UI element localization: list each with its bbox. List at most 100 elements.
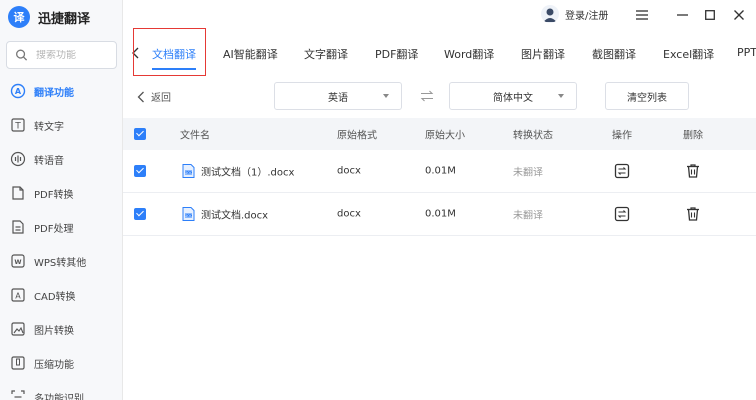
sidebar-item-voice[interactable]: 转语音 [0,142,123,176]
tab-text-translate[interactable]: 文字翻译 [304,46,348,62]
sidebar-item-label: 翻译功能 [34,87,74,99]
search-input[interactable] [36,49,116,61]
file-size: 0.01M [425,208,456,220]
svg-text:T: T [14,122,21,132]
voice-icon [10,151,26,167]
svg-text:A: A [15,87,22,96]
minimize-button[interactable] [673,6,691,24]
file-status: 未翻译 [513,210,543,222]
tab-excel-translate[interactable]: Excel翻译 [663,46,714,62]
account-login[interactable]: 登录/注册 [541,5,608,23]
recognize-icon [11,390,25,400]
row-checkbox[interactable] [134,165,146,177]
sidebar-item-label: PDF处理 [34,223,74,235]
svg-text:DOC: DOC [185,214,193,218]
sidebar-item-translate[interactable]: A 翻译功能 [0,74,123,108]
header-status: 转换状态 [513,130,553,142]
source-language-value: 英语 [328,92,348,104]
cad-icon: A [11,288,25,302]
sidebar-item-label: CAD转换 [34,291,76,303]
tab-image-translate[interactable]: 图片翻译 [521,46,565,62]
pdf-process-icon [12,220,24,234]
toolbar: 返回 英语 简体中文 清空列表 [123,80,756,114]
file-table: 文件名 原始格式 原始大小 转换状态 操作 删除 DOC 测试文档（1）.doc… [123,118,756,236]
menu-icon [636,10,648,20]
sidebar-item-label: WPS转其他 [34,257,87,269]
source-language-select[interactable]: 英语 [274,82,402,110]
back-button[interactable]: 返回 [137,89,171,104]
clear-list-button[interactable]: 清空列表 [605,82,689,110]
tab-ai-translate[interactable]: AI智能翻译 [223,46,278,62]
sidebar-item-label: PDF转换 [34,189,74,201]
word-doc-icon: DOC [182,207,195,221]
close-button[interactable] [730,6,748,24]
pdf-convert-icon [12,186,24,200]
compress-icon [11,356,25,370]
tab-word-translate[interactable]: Word翻译 [444,46,494,62]
file-format: docx [337,165,361,177]
tab-document-translate[interactable]: 文档翻译 [152,46,196,62]
sidebar-item-pdf-process[interactable]: PDF处理 [0,210,123,244]
swap-icon[interactable] [420,90,434,102]
word-doc-icon: DOC [182,164,195,178]
trash-icon[interactable] [685,206,701,222]
sidebar-item-wps[interactable]: W WPS转其他 [0,244,123,278]
target-language-value: 简体中文 [493,92,533,104]
minimize-icon [676,14,688,16]
trash-icon[interactable] [685,163,701,179]
header-action: 操作 [612,130,632,142]
text-convert-icon: T [11,118,25,132]
chevron-left-icon[interactable] [129,46,143,60]
svg-text:A: A [15,292,21,301]
header-format: 原始格式 [337,130,377,142]
table-row: DOC 测试文档.docx docx 0.01M 未翻译 [123,193,756,236]
sidebar-item-label: 多功能识别 [34,393,84,400]
app-title: 迅捷翻译 [38,11,91,27]
sidebar-item-image-convert[interactable]: 图片转换 [0,312,123,346]
svg-text:DOC: DOC [185,171,193,175]
caret-down-icon [558,94,564,98]
chevron-left-icon [137,91,144,102]
sidebar-item-recognize[interactable]: 多功能识别 [0,380,123,400]
maximize-button[interactable] [701,6,719,24]
sidebar-item-pdf-convert[interactable]: PDF转换 [0,176,123,210]
file-size: 0.01M [425,165,456,177]
login-register-link[interactable]: 登录/注册 [565,7,608,22]
file-format: docx [337,208,361,220]
file-name: 测试文档（1）.docx [201,167,295,179]
sidebar-item-text-convert[interactable]: T 转文字 [0,108,123,142]
avatar-icon [541,5,559,23]
sidebar-item-label: 转文字 [34,121,64,133]
file-name: 测试文档.docx [201,210,269,222]
tab-screenshot-translate[interactable]: 截图翻译 [592,46,636,62]
file-status: 未翻译 [513,167,543,179]
tab-pdf-translate[interactable]: PDF翻译 [375,46,418,62]
app-logo-icon: 译 [8,6,30,28]
tab-ppt-translate[interactable]: PPT [737,46,756,59]
sidebar-item-label: 转语音 [34,155,64,167]
wps-icon: W [11,254,25,268]
table-row: DOC 测试文档（1）.docx docx 0.01M 未翻译 [123,150,756,193]
maximize-icon [705,10,715,20]
translate-action-icon[interactable] [614,163,630,179]
active-tab-indicator [152,68,196,70]
image-convert-icon [11,322,25,336]
select-all-checkbox[interactable] [134,128,146,140]
brand: 译 迅捷翻译 [8,6,90,28]
caret-down-icon [383,94,389,98]
svg-text:W: W [14,258,21,266]
menu-button[interactable] [633,6,651,24]
header-size: 原始大小 [425,130,465,142]
target-language-select[interactable]: 简体中文 [449,82,577,110]
search-box[interactable] [6,41,117,69]
sidebar-item-compress[interactable]: 压缩功能 [0,346,123,380]
translate-icon: A [10,83,26,99]
sidebar-item-cad[interactable]: A CAD转换 [0,278,123,312]
sidebar-item-label: 图片转换 [34,325,74,337]
translate-action-icon[interactable] [614,206,630,222]
sidebar-nav: A 翻译功能 T 转文字 转语音 PDF转换 PDF处理 W WPS转其他 A … [0,74,123,400]
header-filename: 文件名 [180,130,210,142]
sidebar: 译 迅捷翻译 A 翻译功能 T 转文字 [0,0,123,400]
row-checkbox[interactable] [134,208,146,220]
search-icon [16,49,28,61]
